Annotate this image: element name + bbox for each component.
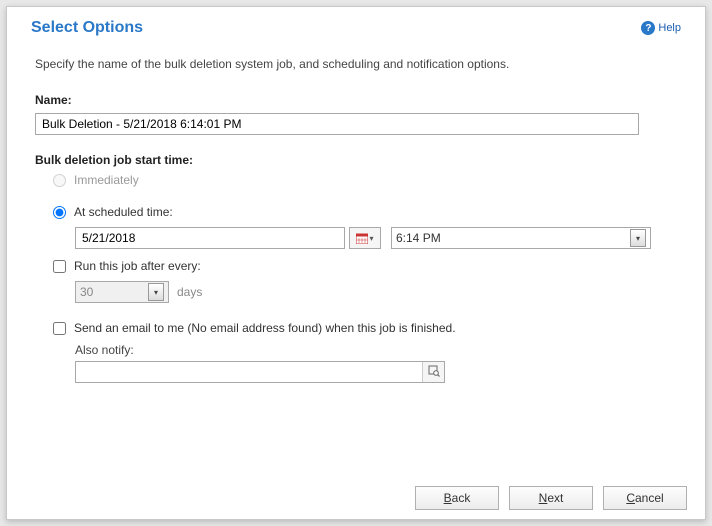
instruction-text: Specify the name of the bulk deletion sy… — [35, 57, 677, 71]
content-area: Specify the name of the bulk deletion sy… — [7, 43, 705, 383]
radio-immediately-row: Immediately — [35, 173, 677, 187]
help-icon: ? — [641, 21, 655, 35]
page-title: Select Options — [31, 19, 143, 37]
cancel-btn-rest: ancel — [635, 491, 664, 505]
days-value: 30 — [80, 285, 93, 299]
days-select[interactable]: 30 ▾ — [75, 281, 169, 303]
radio-scheduled[interactable] — [53, 206, 66, 219]
time-value: 6:14 PM — [396, 231, 441, 245]
also-notify-input[interactable] — [76, 362, 422, 382]
next-btn-rest: ext — [547, 491, 563, 505]
cancel-button[interactable]: Cancel — [603, 486, 687, 510]
email-notify-label: Send an email to me (No email address fo… — [74, 321, 456, 335]
radio-immediately[interactable] — [53, 174, 66, 187]
date-picker-button[interactable]: ▾ — [349, 227, 381, 249]
help-label: Help — [658, 22, 681, 34]
name-section: Name: — [35, 93, 677, 135]
dialog-window: Select Options ? Help Specify the name o… — [6, 6, 706, 520]
email-notify-row: Send an email to me (No email address fo… — [35, 321, 677, 335]
recurrence-inputs: 30 ▾ days — [35, 281, 677, 303]
dialog-header: Select Options ? Help — [7, 7, 705, 43]
also-notify-label: Also notify: — [75, 343, 677, 357]
dropdown-arrow-icon: ▾ — [148, 283, 164, 301]
radio-scheduled-row: At scheduled time: — [35, 205, 677, 219]
recurrence-label: Run this job after every: — [74, 259, 201, 273]
chevron-down-icon: ▾ — [369, 234, 373, 243]
dialog-footer: Back Next Cancel — [7, 477, 705, 519]
date-input[interactable] — [75, 227, 345, 249]
recurrence-checkbox[interactable] — [53, 260, 66, 273]
days-unit: days — [177, 285, 202, 299]
lookup-button[interactable] — [422, 362, 444, 382]
calendar-icon — [356, 233, 368, 244]
dropdown-arrow-icon: ▾ — [630, 229, 646, 247]
scheduled-label: At scheduled time: — [74, 205, 173, 219]
start-time-section: Bulk deletion job start time: Immediatel… — [35, 153, 677, 383]
name-input[interactable] — [35, 113, 639, 135]
help-link[interactable]: ? Help — [641, 21, 681, 35]
schedule-inputs-row: ▾ 6:14 PM ▾ — [35, 227, 677, 249]
next-button[interactable]: Next — [509, 486, 593, 510]
lookup-icon — [428, 365, 440, 380]
time-select[interactable]: 6:14 PM ▾ — [391, 227, 651, 249]
start-time-label: Bulk deletion job start time: — [35, 153, 677, 167]
back-button[interactable]: Back — [415, 486, 499, 510]
also-notify-lookup — [75, 361, 445, 383]
email-notify-checkbox[interactable] — [53, 322, 66, 335]
recurrence-row: Run this job after every: — [35, 259, 677, 273]
back-btn-rest: ack — [452, 491, 471, 505]
immediately-label: Immediately — [74, 173, 139, 187]
name-label: Name: — [35, 93, 677, 107]
also-notify-section: Also notify: — [35, 343, 677, 383]
